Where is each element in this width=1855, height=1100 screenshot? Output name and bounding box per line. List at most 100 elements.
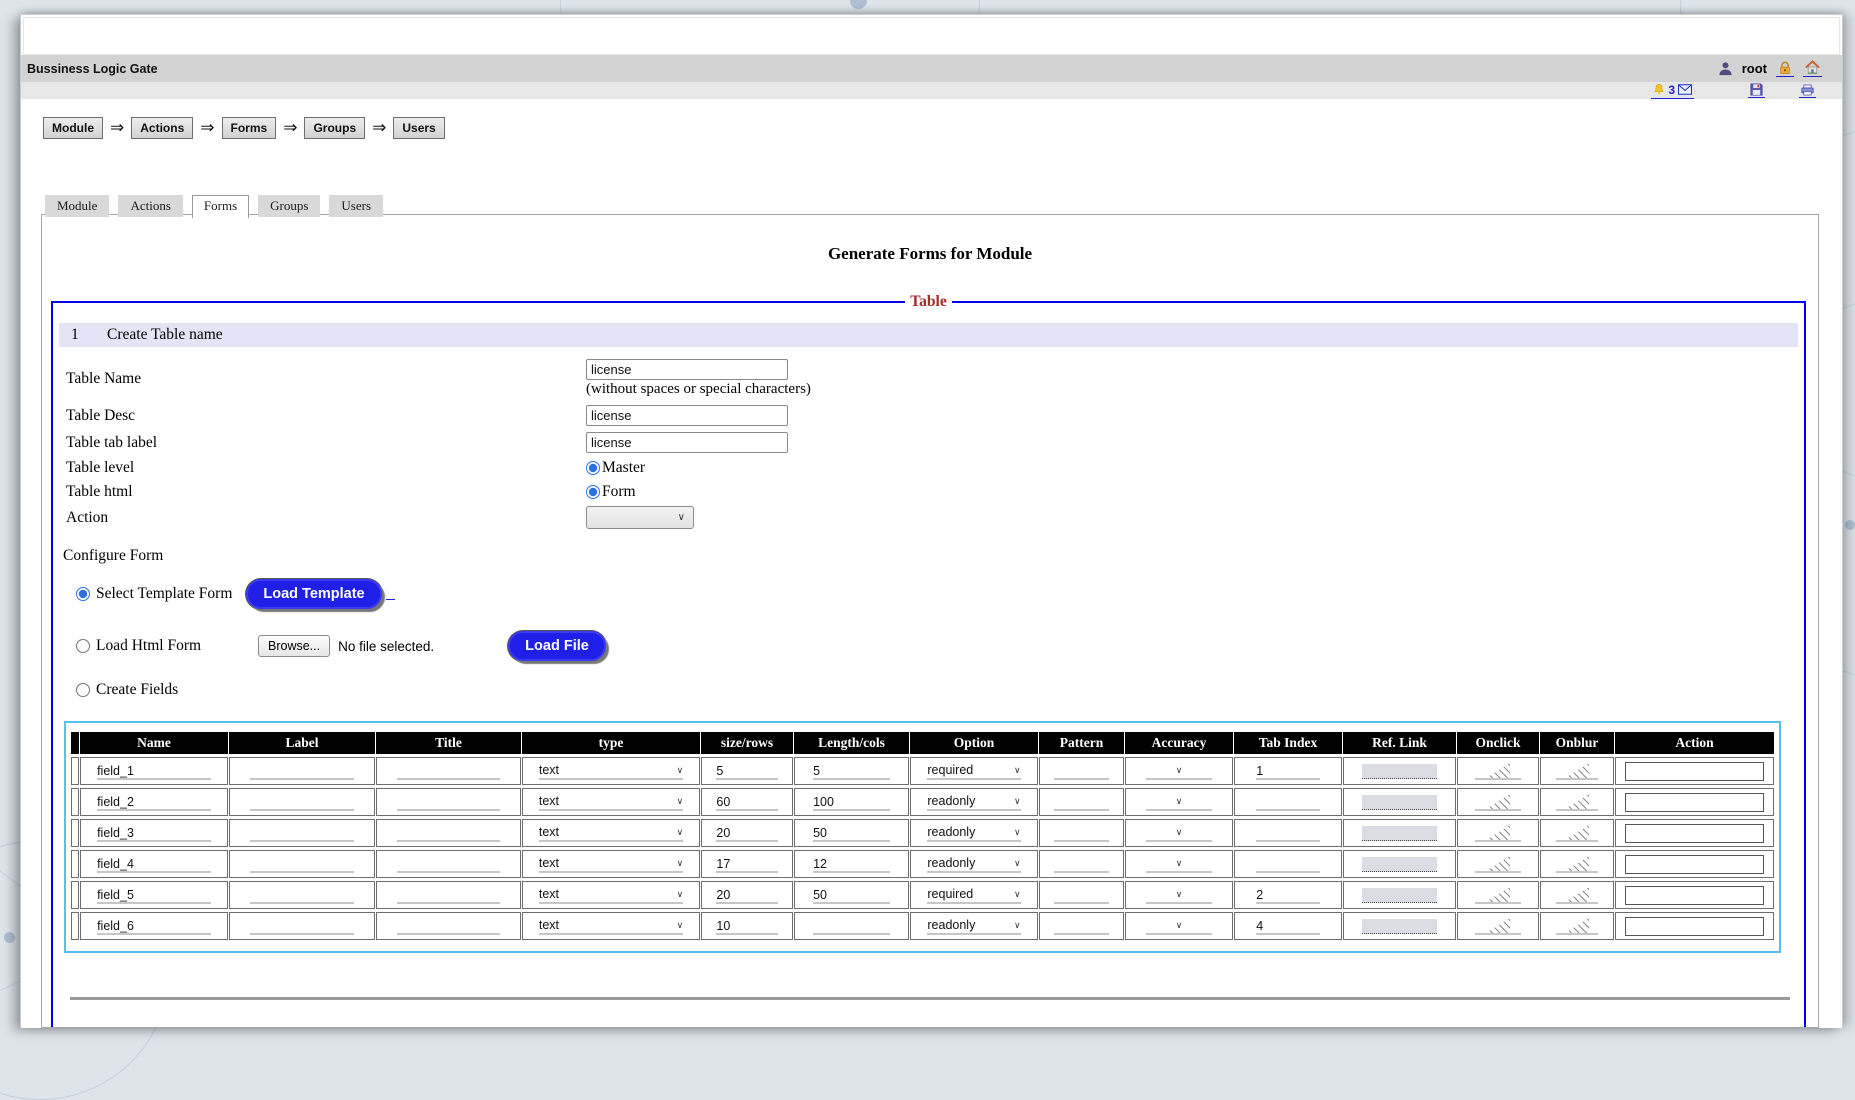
size-rows-input[interactable] [716,887,777,904]
onblur-textarea[interactable] [1556,762,1598,780]
tab-index-input[interactable] [1256,763,1320,780]
length-cols-input[interactable] [813,794,890,811]
label-input[interactable] [250,918,354,935]
onblur-textarea[interactable] [1556,917,1598,935]
onclick-textarea[interactable] [1475,917,1521,935]
table-desc-input[interactable] [586,405,788,426]
table-html-form-radio[interactable] [586,485,600,499]
ref-link-box[interactable] [1362,795,1437,810]
name-input[interactable] [97,763,211,780]
length-cols-input[interactable] [813,887,890,904]
create-fields-radio[interactable] [76,683,90,697]
option-select[interactable]: readonly∨ [927,825,1020,842]
tab-forms[interactable]: Forms [192,195,249,219]
ref-link-box[interactable] [1362,919,1437,934]
label-input[interactable] [250,825,354,842]
option-select[interactable]: readonly∨ [927,856,1020,873]
accuracy-select[interactable]: ∨ [1146,918,1212,935]
breadcrumb-forms-button[interactable]: Forms [222,117,277,139]
tab-index-input[interactable] [1256,918,1320,935]
onblur-textarea[interactable] [1556,824,1598,842]
tab-users[interactable]: Users [329,195,383,217]
size-rows-input[interactable] [716,825,777,842]
name-input[interactable] [97,794,211,811]
ref-link-box[interactable] [1362,888,1437,903]
accuracy-select[interactable]: ∨ [1146,825,1212,842]
onblur-textarea[interactable] [1556,886,1598,904]
breadcrumb-module-button[interactable]: Module [43,117,103,139]
length-cols-input[interactable] [813,856,890,873]
notifications-link[interactable]: 3 [1651,83,1694,99]
onclick-textarea[interactable] [1475,793,1521,811]
accuracy-select[interactable]: ∨ [1146,856,1212,873]
length-cols-input[interactable] [813,825,890,842]
action-input[interactable] [1625,917,1763,936]
breadcrumb-users-button[interactable]: Users [393,117,444,139]
type-select[interactable]: text∨ [539,763,683,780]
title-input[interactable] [397,887,500,904]
pattern-input[interactable] [1054,856,1109,873]
onclick-textarea[interactable] [1475,824,1521,842]
title-input[interactable] [397,825,500,842]
type-select[interactable]: text∨ [539,856,683,873]
tab-index-input[interactable] [1256,856,1320,873]
size-rows-input[interactable] [716,763,777,780]
table-name-input[interactable] [586,359,788,380]
title-input[interactable] [397,763,500,780]
breadcrumb-groups-button[interactable]: Groups [304,117,365,139]
print-icon[interactable] [1799,84,1816,98]
tab-index-input[interactable] [1256,794,1320,811]
table-level-master-radio[interactable] [586,461,600,475]
tab-actions[interactable]: Actions [118,195,182,217]
action-input[interactable] [1625,762,1763,781]
label-input[interactable] [250,763,354,780]
action-input[interactable] [1625,824,1763,843]
load-html-form-radio[interactable] [76,639,90,653]
onclick-textarea[interactable] [1475,855,1521,873]
tab-module[interactable]: Module [45,195,109,217]
type-select[interactable]: text∨ [539,794,683,811]
tab-groups[interactable]: Groups [258,195,320,217]
size-rows-input[interactable] [716,794,777,811]
table-tab-label-input[interactable] [586,432,788,453]
pattern-input[interactable] [1054,794,1109,811]
label-input[interactable] [250,887,354,904]
ref-link-box[interactable] [1362,857,1437,872]
action-select[interactable]: ∨ [586,506,694,529]
option-select[interactable]: readonly∨ [927,918,1020,935]
breadcrumb-actions-button[interactable]: Actions [131,117,193,139]
ref-link-box[interactable] [1362,826,1437,841]
action-input[interactable] [1625,855,1763,874]
lock-icon[interactable] [1776,61,1794,77]
type-select[interactable]: text∨ [539,825,683,842]
onblur-textarea[interactable] [1556,793,1598,811]
home-icon[interactable] [1803,60,1822,77]
tab-index-input[interactable] [1256,825,1320,842]
type-select[interactable]: text∨ [539,887,683,904]
accuracy-select[interactable]: ∨ [1146,763,1212,780]
name-input[interactable] [97,918,211,935]
title-input[interactable] [397,794,500,811]
accuracy-select[interactable]: ∨ [1146,887,1212,904]
load-file-button[interactable]: Load File [508,631,606,661]
name-input[interactable] [97,856,211,873]
name-input[interactable] [97,887,211,904]
pattern-input[interactable] [1054,918,1109,935]
option-select[interactable]: required∨ [927,887,1020,904]
label-input[interactable] [250,856,354,873]
option-select[interactable]: readonly∨ [927,794,1020,811]
option-select[interactable]: required∨ [927,763,1020,780]
name-input[interactable] [97,825,211,842]
save-icon[interactable] [1748,83,1765,98]
accuracy-select[interactable]: ∨ [1146,794,1212,811]
action-input[interactable] [1625,886,1763,905]
stray-underscore-link[interactable] [386,588,395,600]
pattern-input[interactable] [1054,887,1109,904]
onclick-textarea[interactable] [1475,762,1521,780]
type-select[interactable]: text∨ [539,918,683,935]
pattern-input[interactable] [1054,763,1109,780]
browse-button[interactable]: Browse... [258,635,330,657]
load-template-button[interactable]: Load Template [246,579,381,609]
action-input[interactable] [1625,793,1763,812]
label-input[interactable] [250,794,354,811]
